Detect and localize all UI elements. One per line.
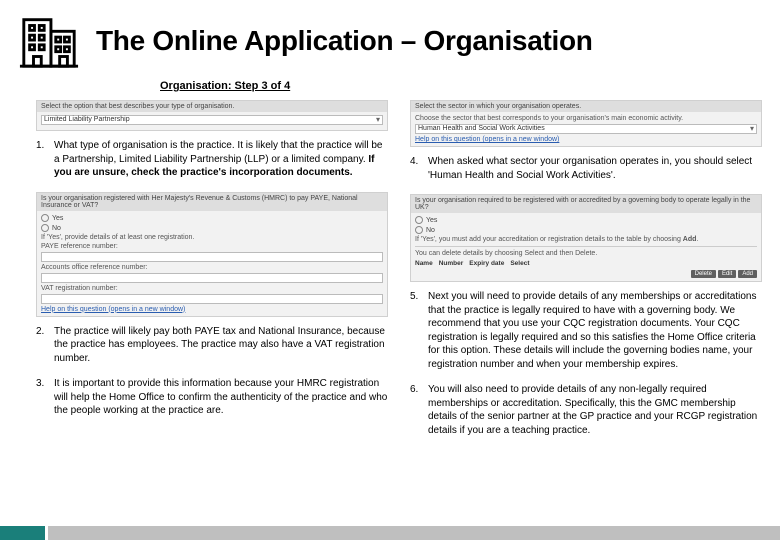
radio-yes[interactable]: Yes bbox=[41, 214, 383, 222]
accred-table-head: Name Number Expiry date Select bbox=[415, 260, 757, 267]
radio-yes-2[interactable]: Yes bbox=[415, 216, 757, 224]
note-4: 4. When asked what sector your organisat… bbox=[410, 155, 762, 182]
screenshot-sector: Select the sector in which your organisa… bbox=[410, 100, 762, 147]
accounts-input[interactable] bbox=[41, 273, 383, 283]
help-link-2[interactable]: Help on this question (opens in a new wi… bbox=[415, 136, 757, 143]
radio-no-2[interactable]: No bbox=[415, 226, 757, 234]
shot1-label: Select the option that best describes yo… bbox=[37, 101, 387, 112]
shot4-hint1: If 'Yes', you must add your accreditatio… bbox=[415, 236, 681, 243]
edit-button[interactable]: Edit bbox=[718, 270, 736, 278]
note-5: 5. Next you will need to provide details… bbox=[410, 290, 762, 371]
radio-no[interactable]: No bbox=[41, 224, 383, 232]
org-type-select[interactable]: Limited Liability Partnership bbox=[41, 115, 383, 125]
add-button[interactable]: Add bbox=[738, 270, 757, 278]
building-icon bbox=[14, 10, 84, 72]
page-title: The Online Application – Organisation bbox=[96, 25, 593, 57]
accounts-label: Accounts office reference number: bbox=[41, 264, 383, 271]
note-2: 2. The practice will likely pay both PAY… bbox=[36, 325, 388, 366]
shot3-label: Select the sector in which your organisa… bbox=[411, 101, 761, 112]
vat-input[interactable] bbox=[41, 294, 383, 304]
note-1: 1. What type of organisation is the prac… bbox=[36, 139, 388, 180]
sector-select[interactable]: Human Health and Social Work Activities bbox=[415, 124, 757, 134]
shot4-label: Is your organisation required to be regi… bbox=[411, 195, 761, 213]
footer-bar bbox=[0, 526, 780, 540]
vat-label: VAT registration number: bbox=[41, 285, 383, 292]
screenshot-hmrc: Is your organisation registered with Her… bbox=[36, 192, 388, 317]
screenshot-org-type: Select the option that best describes yo… bbox=[36, 100, 388, 131]
paye-label: PAYE reference number: bbox=[41, 243, 383, 250]
shot3-hint: Choose the sector that best corresponds … bbox=[415, 115, 757, 122]
delete-button[interactable]: Delete bbox=[691, 270, 716, 278]
left-column: Select the option that best describes yo… bbox=[36, 100, 388, 449]
shot2-label: Is your organisation registered with Her… bbox=[37, 193, 387, 211]
screenshot-governing-body: Is your organisation required to be regi… bbox=[410, 194, 762, 282]
help-link[interactable]: Help on this question (opens in a new wi… bbox=[41, 306, 383, 313]
shot2-hint: If 'Yes', provide details of at least on… bbox=[41, 234, 383, 241]
shot4-hint2: You can delete details by choosing Selec… bbox=[415, 250, 757, 257]
note-3: 3. It is important to provide this infor… bbox=[36, 377, 388, 418]
right-column: Select the sector in which your organisa… bbox=[410, 100, 762, 449]
note-6: 6. You will also need to provide details… bbox=[410, 383, 762, 437]
step-subtitle: Organisation: Step 3 of 4 bbox=[160, 80, 780, 92]
paye-input[interactable] bbox=[41, 252, 383, 262]
